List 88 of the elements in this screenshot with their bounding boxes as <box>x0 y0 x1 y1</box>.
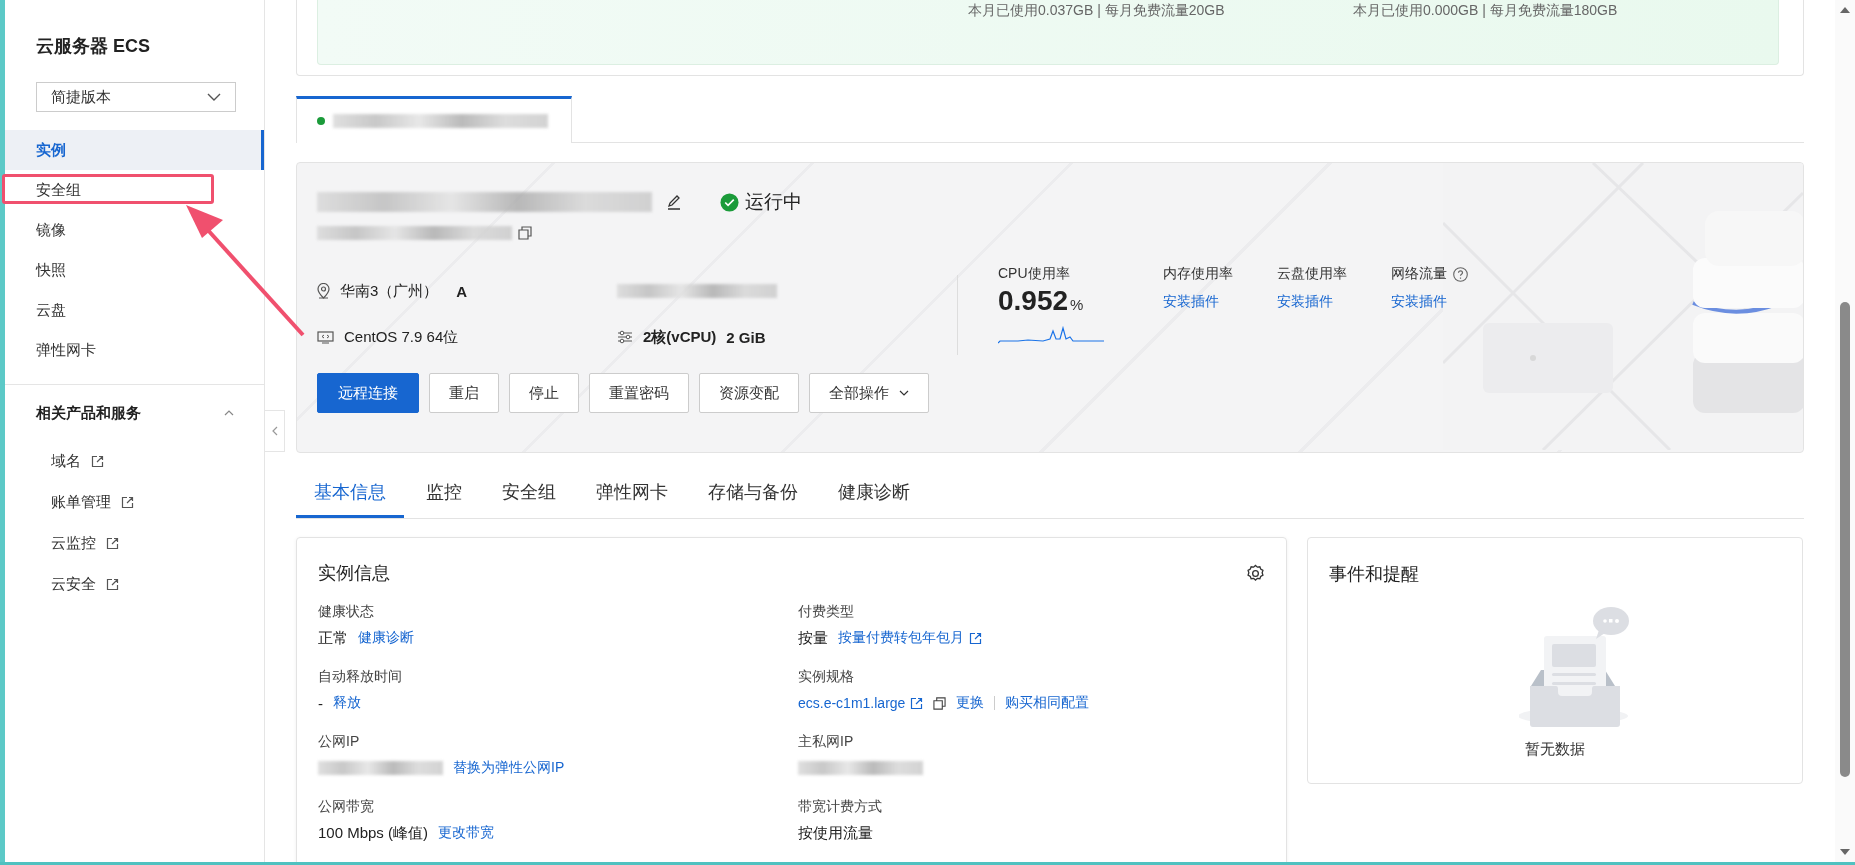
field-label: 实例规格 <box>798 668 855 686</box>
detail-tab[interactable]: 弹性网卡 <box>578 470 686 518</box>
instance-tab[interactable] <box>296 96 572 143</box>
install-plugin-link[interactable]: 安装插件 <box>1163 293 1219 311</box>
sliders-icon <box>617 330 633 344</box>
action-button[interactable]: 停止 <box>509 373 579 413</box>
scrollbar[interactable] <box>1835 0 1855 862</box>
caret-icon <box>899 390 909 396</box>
detail-tab[interactable]: 监控 <box>408 470 480 518</box>
field-link[interactable]: 更换 <box>956 694 985 712</box>
sidebar-item[interactable]: 弹性网卡 <box>5 330 264 370</box>
region-text: 华南3（广州） <box>340 281 439 301</box>
sidebar-link[interactable]: 账单管理 <box>51 493 111 512</box>
field-label: 主私网IP <box>798 733 855 751</box>
cpu-text: 2核(vCPU) <box>643 327 717 347</box>
sidebar-item[interactable]: 快照 <box>5 250 264 290</box>
product-title: 云服务器 ECS <box>35 35 151 58</box>
metric-label: 内存使用率 <box>1163 265 1233 283</box>
sidebar-link[interactable]: 云安全 <box>51 575 96 594</box>
metric-label: 网络流量 <box>1391 265 1447 283</box>
empty-state-text: 暂无数据 <box>1525 740 1585 759</box>
external-link-icon <box>106 578 119 591</box>
field-link[interactable]: 更改带宽 <box>438 824 495 842</box>
external-link-icon <box>121 496 134 509</box>
sidebar-link[interactable]: 云监控 <box>51 534 96 553</box>
field-value: - <box>318 694 323 712</box>
field-link[interactable]: ecs.e-c1m1.large <box>798 695 906 711</box>
card-title: 事件和提醒 <box>1329 563 1420 586</box>
zone-text: A <box>456 282 468 300</box>
metric-value: 0.952 <box>998 285 1069 317</box>
field-link[interactable]: 健康诊断 <box>358 629 414 647</box>
location-pin-icon <box>317 283 330 299</box>
action-button[interactable]: 资源变配 <box>699 373 799 413</box>
edit-icon[interactable] <box>666 194 682 210</box>
action-button[interactable]: 远程连接 <box>317 373 419 413</box>
section-title: 相关产品和服务 <box>36 403 141 423</box>
chevron-left-icon <box>271 426 278 436</box>
field-label: 付费类型 <box>798 603 855 621</box>
settings-icon[interactable] <box>1246 563 1265 583</box>
chevron-up-icon[interactable] <box>224 410 234 416</box>
sidebar-link[interactable]: 域名 <box>51 452 81 471</box>
status-text: 运行中 <box>745 190 802 214</box>
field-label: 自动释放时间 <box>318 668 403 686</box>
card-title: 实例信息 <box>318 562 390 585</box>
detail-tab[interactable]: 健康诊断 <box>820 470 928 518</box>
field-label: 公网IP <box>318 733 361 751</box>
install-plugin-link[interactable]: 安装插件 <box>1277 293 1333 311</box>
field-link[interactable]: 释放 <box>333 694 361 712</box>
action-button[interactable]: 重置密码 <box>589 373 689 413</box>
field-value: 按量 <box>798 628 828 648</box>
memory-text: 2 GiB <box>726 328 766 346</box>
metric-unit: % <box>1070 296 1084 313</box>
field-link[interactable]: 替换为弹性公网IP <box>453 759 565 777</box>
action-button[interactable]: 重启 <box>429 373 499 413</box>
sidebar-item[interactable]: 镜像 <box>5 210 264 250</box>
sidebar-item[interactable]: 云盘 <box>5 290 264 330</box>
version-select[interactable]: 简捷版本 <box>36 82 236 112</box>
scroll-up-icon[interactable] <box>1840 6 1850 13</box>
scroll-down-icon[interactable] <box>1840 849 1850 856</box>
field-label: 健康状态 <box>318 603 375 621</box>
detail-tab[interactable]: 存储与备份 <box>690 470 816 518</box>
action-button[interactable]: 全部操作 <box>809 373 929 413</box>
metric-label: CPU使用率 <box>998 265 1070 283</box>
field-link[interactable]: 按量付费转包年包月 <box>838 629 964 647</box>
field-label: 带宽计费方式 <box>798 798 883 816</box>
detail-tab[interactable]: 安全组 <box>484 470 574 518</box>
field-link[interactable]: 购买相同配置 <box>1005 694 1090 712</box>
copy-icon[interactable] <box>933 696 947 710</box>
monitor-icon <box>317 330 334 344</box>
chevron-down-icon <box>207 92 221 102</box>
field-label: 公网带宽 <box>318 798 375 816</box>
field-value: 按使用流量 <box>798 823 873 843</box>
help-icon[interactable] <box>1453 266 1468 282</box>
field-value: 正常 <box>318 628 348 648</box>
sidebar-item[interactable]: 安全组 <box>5 170 264 210</box>
detail-tab[interactable]: 基本信息 <box>296 470 404 518</box>
traffic-usage: 本月已使用0.037GB | 每月免费流量20GB <box>968 2 1225 20</box>
external-link-icon <box>910 696 924 710</box>
field-value: 100 Mbps (峰值) <box>318 823 429 843</box>
metric-label: 云盘使用率 <box>1277 265 1347 283</box>
external-link-icon <box>106 537 119 550</box>
install-plugin-link[interactable]: 安装插件 <box>1391 293 1447 311</box>
os-text: CentOS 7.9 64位 <box>344 327 459 347</box>
external-link-icon <box>91 455 104 468</box>
copy-icon[interactable] <box>518 226 532 240</box>
traffic-usage: 本月已使用0.000GB | 每月免费流量180GB <box>1353 2 1618 20</box>
sidebar-item[interactable]: 实例 <box>5 130 264 170</box>
external-link-icon <box>969 631 982 645</box>
